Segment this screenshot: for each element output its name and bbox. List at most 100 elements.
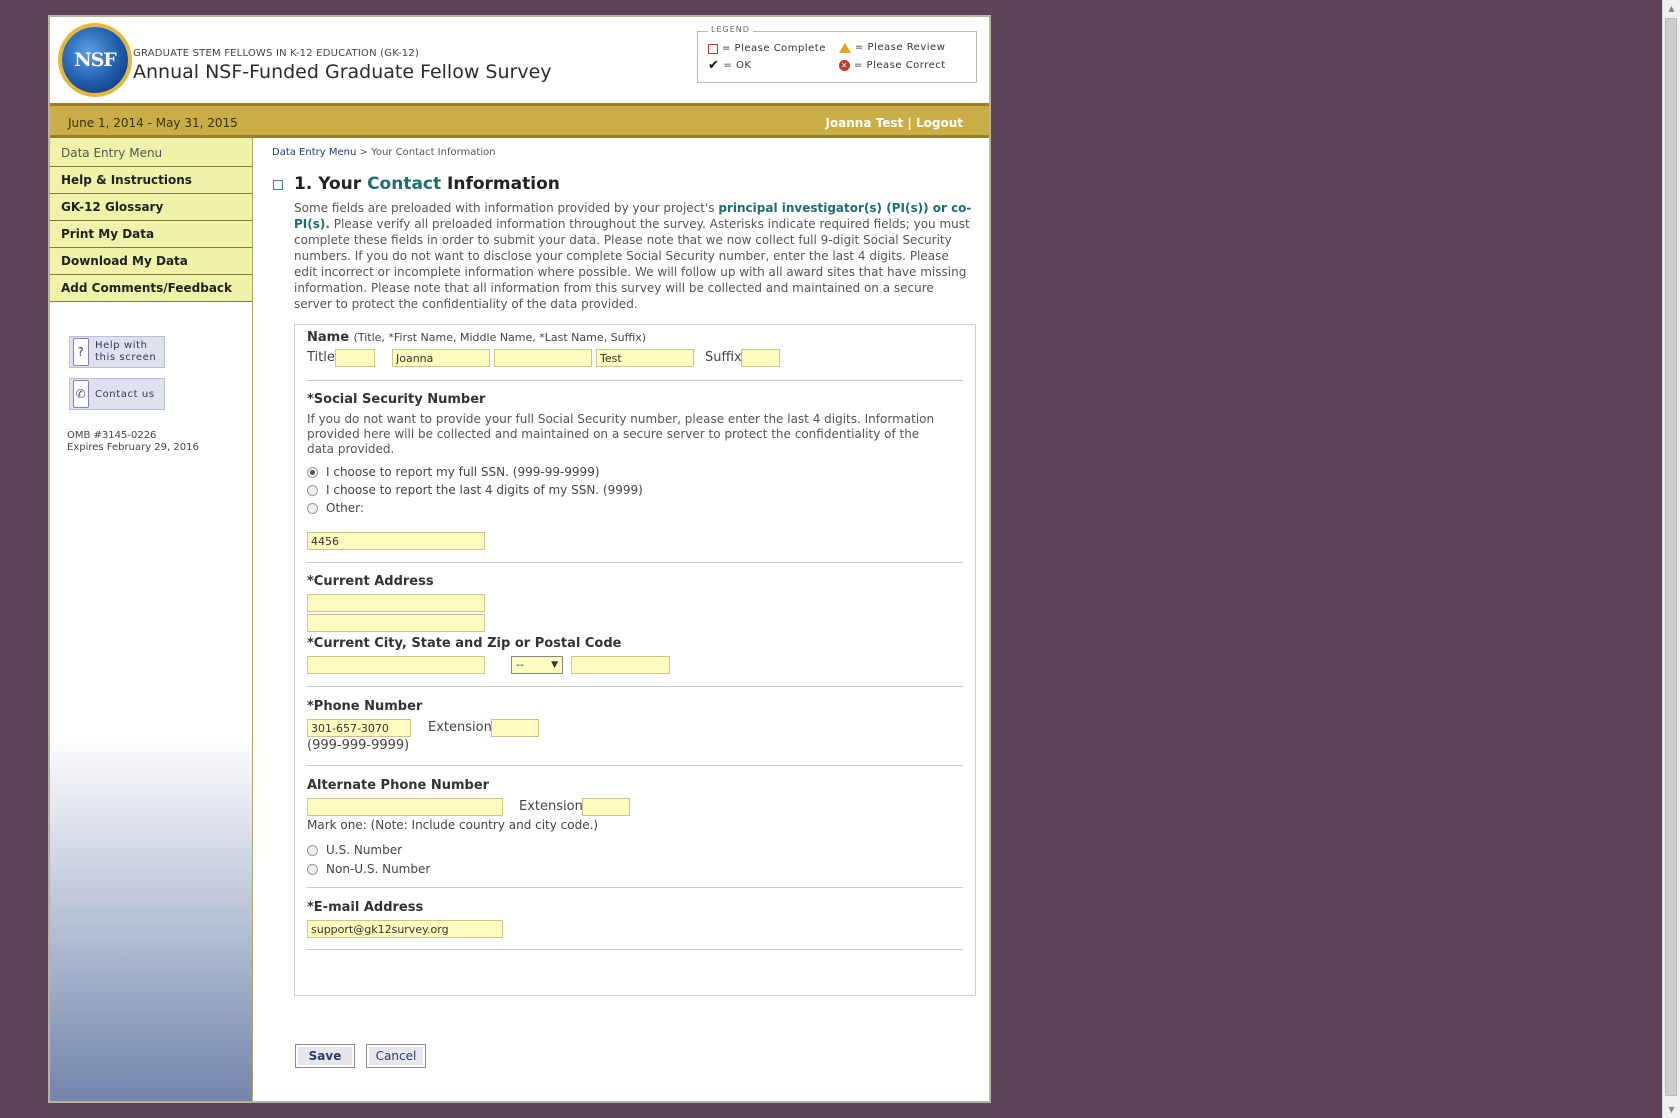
section-title: 1. Your Contact Information	[294, 174, 560, 194]
section-status-icon	[273, 180, 283, 190]
help-screen-label: Help with this screen	[95, 340, 157, 363]
breadcrumb-data-entry-menu[interactable]: Data Entry Menu	[272, 147, 356, 158]
question-icon: ?	[73, 338, 89, 366]
non-us-number-option[interactable]: Non-U.S. Number	[307, 862, 430, 876]
vertical-scrollbar[interactable]: ▲ ▼	[1662, 0, 1680, 1118]
legend-ok-label: = OK	[723, 60, 752, 71]
nsf-logo: NSF	[62, 27, 128, 93]
contact-us-button[interactable]: ✆ Contact us	[69, 378, 165, 410]
header: NSF GRADUATE STEM FELLOWS IN K-12 EDUCAT…	[50, 17, 989, 103]
phone-extension-input[interactable]	[491, 719, 539, 737]
alt-phone-input[interactable]	[307, 798, 503, 816]
survey-title: Annual NSF-Funded Graduate Fellow Survey	[133, 61, 552, 83]
section-intro: Some fields are preloaded with informati…	[294, 200, 974, 312]
divider	[307, 765, 963, 766]
omb-info: OMB #3145-0226 Expires February 29, 2016	[67, 430, 199, 454]
state-select[interactable]: -- ▼	[511, 656, 563, 674]
zip-input[interactable]	[571, 656, 670, 674]
legend-please-correct: ✕ = Please Correct	[839, 60, 946, 71]
title-input[interactable]	[335, 349, 375, 367]
non-us-number-label: Non-U.S. Number	[326, 862, 431, 876]
save-button[interactable]: Save	[295, 1044, 355, 1068]
phone-label: *Phone Number	[307, 699, 423, 714]
ssn-input[interactable]	[307, 532, 485, 550]
email-label: *E-mail Address	[307, 900, 424, 915]
phone-extension-label: Extension	[428, 720, 492, 735]
address-line2-input[interactable]	[307, 614, 485, 632]
section-title-pre: Your	[318, 174, 362, 194]
ssn-full-label: I choose to report my full SSN. (999-99-…	[326, 465, 600, 479]
alt-phone-label: Alternate Phone Number	[307, 778, 490, 793]
mark-one-note: Mark one: (Note: Include country and cit…	[307, 818, 599, 832]
user-name-link[interactable]: Joanna Test	[825, 116, 903, 130]
city-input[interactable]	[307, 656, 485, 674]
breadcrumb-current: Your Contact Information	[371, 147, 496, 158]
middle-name-input[interactable]	[494, 349, 592, 367]
divider	[307, 686, 963, 687]
ssn-option-full[interactable]: I choose to report my full SSN. (999-99-…	[307, 465, 600, 479]
last-name-input[interactable]	[596, 349, 694, 367]
email-input[interactable]	[307, 920, 503, 938]
date-range: June 1, 2014 - May 31, 2015	[68, 116, 238, 130]
sidebar-item-data-entry-menu[interactable]: Data Entry Menu	[50, 138, 252, 167]
sidebar: Data Entry Menu Help & Instructions GK-1…	[50, 138, 253, 1101]
breadcrumb-separator: >	[359, 147, 368, 158]
non-us-number-radio[interactable]	[307, 863, 318, 875]
us-number-option[interactable]: U.S. Number	[307, 843, 402, 857]
sidebar-item-comments-feedback[interactable]: Add Comments/Feedback	[50, 275, 252, 302]
scroll-up-arrow-icon[interactable]: ▲	[1663, 0, 1680, 17]
title-label: Title	[307, 350, 335, 365]
alt-phone-extension-input[interactable]	[582, 798, 630, 816]
divider	[307, 380, 963, 381]
scroll-down-arrow-icon[interactable]: ▼	[1663, 1101, 1680, 1118]
ssn-full-radio[interactable]	[307, 466, 318, 478]
ssn-last4-radio[interactable]	[307, 484, 318, 496]
ssn-last4-label: I choose to report the last 4 digits of …	[326, 483, 643, 497]
omb-expiration: Expires February 29, 2016	[67, 442, 199, 453]
us-number-label: U.S. Number	[326, 843, 403, 857]
scroll-thumb[interactable]	[1665, 18, 1677, 1096]
divider	[307, 949, 963, 950]
legend-please-complete: = Please Complete	[708, 43, 826, 54]
address-line1-input[interactable]	[307, 594, 485, 612]
intro-text-b: Please verify all preloaded information …	[294, 217, 970, 311]
ssn-other-radio[interactable]	[307, 502, 318, 514]
suffix-label: Suffix	[705, 350, 742, 365]
ssn-label: *Social Security Number	[307, 392, 486, 407]
section-number: 1.	[294, 174, 313, 194]
dropdown-arrow-icon: ▼	[551, 660, 558, 670]
section-title-highlight: Contact	[367, 174, 442, 194]
legend: LEGEND = Please Complete = Please Review…	[697, 25, 977, 83]
first-name-input[interactable]	[392, 349, 490, 367]
section-title-post: Information	[447, 174, 560, 194]
us-number-radio[interactable]	[307, 844, 318, 856]
ssn-other-label: Other:	[326, 501, 364, 515]
sidebar-item-help-instructions[interactable]: Help & Instructions	[50, 167, 252, 194]
program-name: GRADUATE STEM FELLOWS IN K-12 EDUCATION …	[133, 48, 419, 59]
sidebar-item-download-data[interactable]: Download My Data	[50, 248, 252, 275]
phone-format-hint: (999-999-9999)	[307, 738, 410, 753]
warning-icon	[839, 42, 851, 53]
sidebar-item-glossary[interactable]: GK-12 Glossary	[50, 194, 252, 221]
name-label-text: Name	[307, 330, 350, 345]
legend-ok: ✔ = OK	[708, 59, 752, 72]
survey-page: NSF GRADUATE STEM FELLOWS IN K-12 EDUCAT…	[48, 15, 991, 1103]
please-complete-icon	[708, 43, 718, 54]
ssn-option-last4[interactable]: I choose to report the last 4 digits of …	[307, 483, 643, 497]
legend-please-correct-label: = Please Correct	[854, 60, 946, 71]
divider	[307, 887, 963, 888]
logout-link[interactable]: Logout	[916, 116, 963, 130]
suffix-input[interactable]	[741, 349, 780, 367]
contact-us-label: Contact us	[95, 388, 155, 400]
cancel-button[interactable]: Cancel	[366, 1044, 426, 1068]
help-screen-button[interactable]: ? Help with this screen	[69, 336, 165, 368]
sidebar-item-print-data[interactable]: Print My Data	[50, 221, 252, 248]
legend-please-review: = Please Review	[839, 42, 945, 53]
intro-text-a: Some fields are preloaded with informati…	[294, 201, 715, 215]
user-links: Joanna Test | Logout	[825, 116, 963, 130]
name-hint: (Title, *First Name, Middle Name, *Last …	[353, 331, 647, 344]
alt-phone-extension-label: Extension	[519, 799, 583, 814]
phone-input[interactable]	[307, 719, 411, 737]
city-state-zip-label: *Current City, State and Zip or Postal C…	[307, 636, 622, 651]
ssn-option-other[interactable]: Other:	[307, 501, 364, 515]
